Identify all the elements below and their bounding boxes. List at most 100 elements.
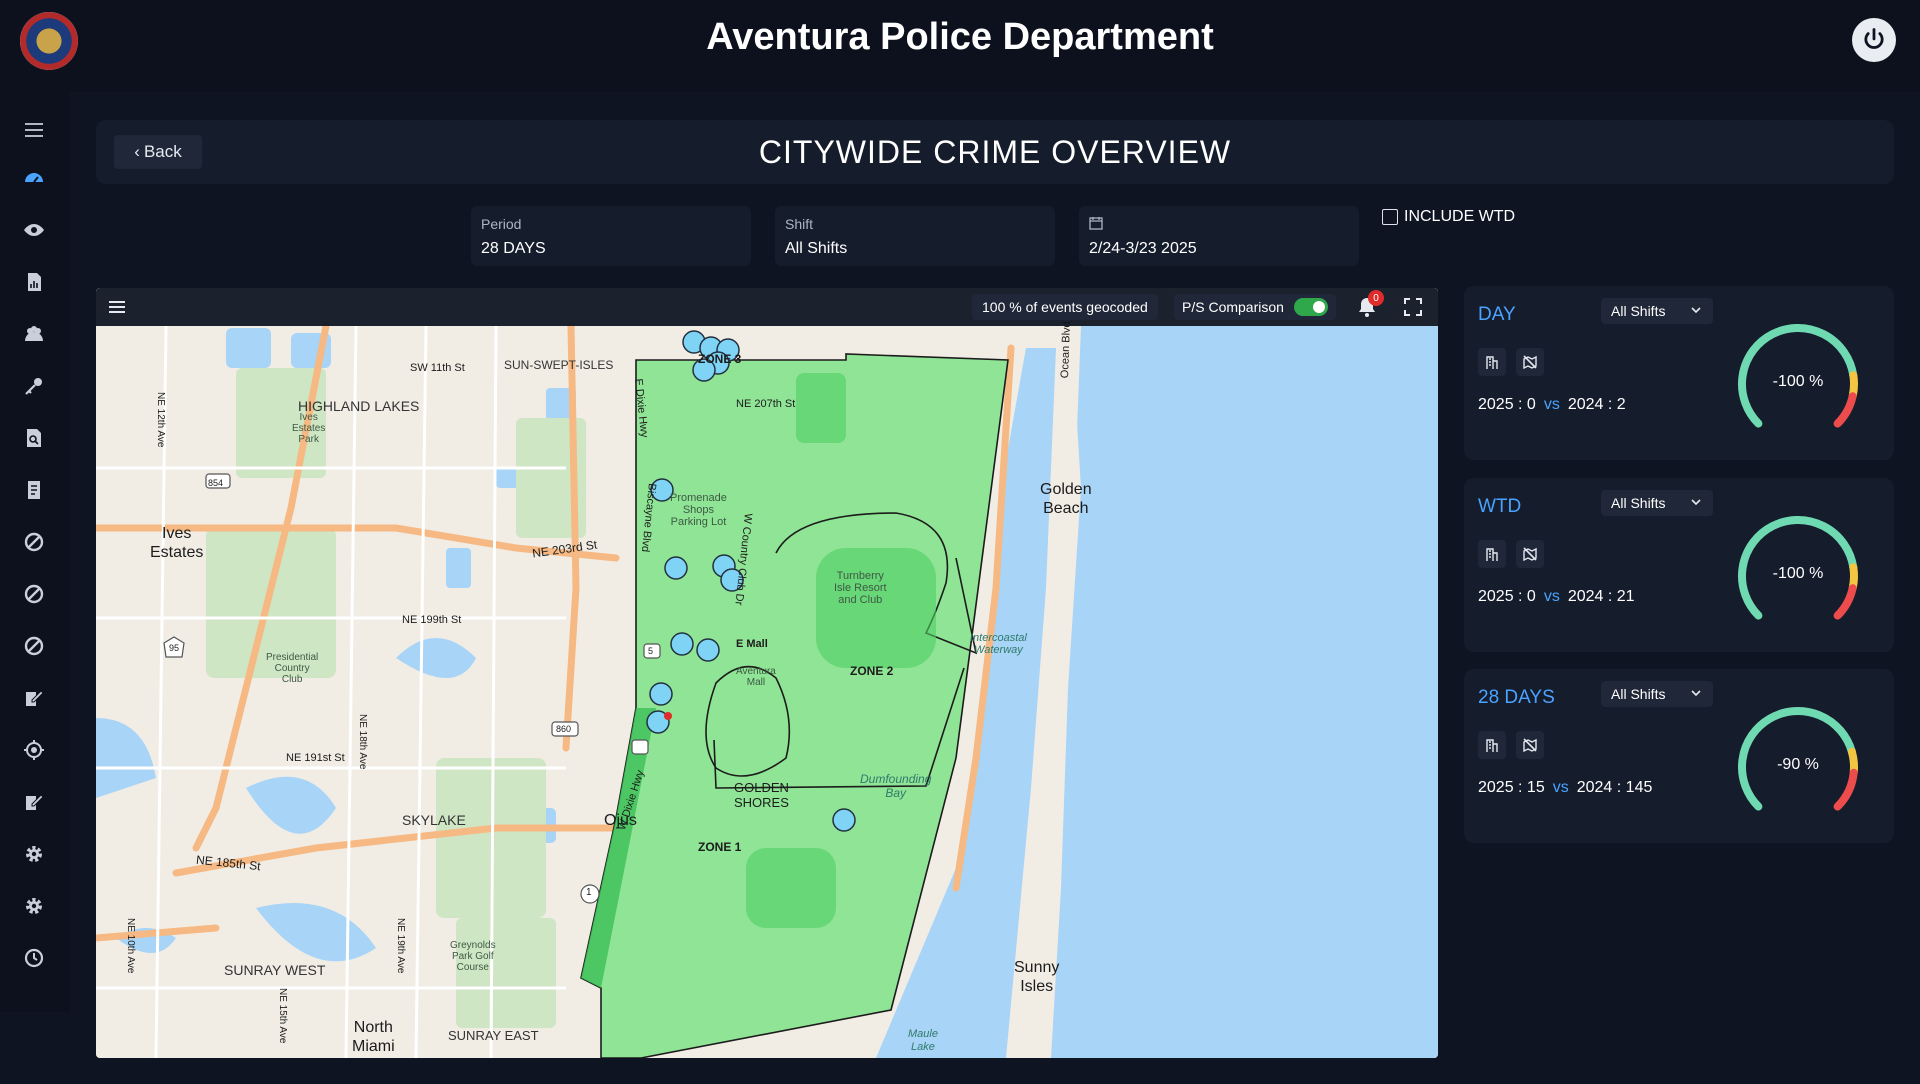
ne-10th-label: NE 10th Ave [125,918,136,974]
gauge-segment-2 [1833,584,1857,620]
card-comparison: 2025 : 0 vs 2024 : 2 [1478,396,1626,413]
gauge-segment-2 [1833,768,1858,811]
zone-3-label: ZONE 3 [698,352,742,366]
sunny-isles-label: Sunny Isles [1014,959,1060,995]
gauge-value: -100 % [1772,565,1824,582]
search-report-icon[interactable] [20,424,48,452]
ne-19th-label: NE 19th Ave [395,918,406,974]
history-icon[interactable] [20,944,48,972]
checkbox-box[interactable] [1382,209,1398,225]
card-shift-value: All Shifts [1611,303,1666,319]
ne-207th-label: NE 207th St [736,398,796,410]
stat-card-28-days: 28 DAYS All Shifts 2025 : 15 vs 2024 : 145… [1464,669,1894,843]
north-miami-label: North Miami [352,1019,395,1055]
gear-icon[interactable] [20,840,48,868]
turnberry-label: Turnberry Isle Resort and Club [834,570,887,606]
gear-icon[interactable] [20,892,48,920]
fullscreen-icon[interactable] [1402,296,1424,318]
map-off-icon[interactable] [1516,540,1544,568]
key-icon[interactable] [20,372,48,400]
toggle-switch[interactable] [1293,298,1328,316]
page-header: ‹ Back CITYWIDE CRIME OVERVIEW [96,120,1894,184]
gauge-value: -100 % [1772,373,1824,390]
chevron-down-icon [1691,690,1701,697]
menu-icon[interactable] [20,116,48,144]
card-shift-select[interactable]: All Shifts [1601,681,1713,707]
block-icon[interactable] [20,632,48,660]
golden-shores-label: GOLDEN SHORES [734,780,789,810]
period-label: Period [481,216,522,232]
map-off-icon[interactable] [1516,348,1544,376]
sunray-west-label: SUNRAY WEST [224,962,326,978]
card-shift-value: All Shifts [1611,686,1666,702]
card-comparison: 2025 : 0 vs 2024 : 21 [1478,588,1635,605]
ne-15th-label: NE 15th Ave [277,988,288,1044]
users-icon[interactable] [20,320,48,348]
edit-icon[interactable] [20,684,48,712]
card-title: DAY [1478,304,1516,325]
include-wtd-checkbox[interactable]: INCLUDE WTD [1382,208,1515,226]
card-title: 28 DAYS [1478,687,1555,708]
dashboard-icon[interactable] [20,164,48,192]
building-icon[interactable] [1478,540,1506,568]
period-value: 28 DAYS [481,240,546,257]
target-icon[interactable] [20,736,48,764]
promenade-label: Promenade Shops Parking Lot [670,492,727,528]
app-title: Aventura Police Department [706,16,1214,58]
building-icon[interactable] [1478,731,1506,759]
route-854-label: 854 [208,478,224,488]
calendar-icon [1089,216,1103,233]
intercoastal-label: Intercoastal Waterway [970,632,1027,656]
date-range-value: 2/24-3/23 2025 [1089,240,1197,257]
edit-icon[interactable] [20,788,48,816]
mall-label: E Mall [736,638,768,650]
eye-icon[interactable] [20,216,48,244]
page-title: CITYWIDE CRIME OVERVIEW [758,134,1232,170]
sw-11th-label: SW 11th St [410,362,465,374]
ives-estates-label: Ives Estates [150,525,204,561]
stat-card-wtd: WTD All Shifts 2025 : 0 vs 2024 : 21 -100 … [1464,478,1894,652]
ps-comparison-toggle[interactable]: P/S Comparison [1174,294,1336,320]
card-title: WTD [1478,496,1522,517]
route-5-label: 5 [648,646,654,656]
route-860-label: 860 [556,724,572,734]
report-icon[interactable] [20,268,48,296]
notification-count: 0 [1368,290,1384,306]
shift-label: Shift [785,216,814,232]
sidebar [0,92,70,1012]
sunray-east-label: SUNRAY EAST [448,1028,539,1043]
shift-value: All Shifts [785,240,848,257]
power-icon [1864,28,1884,49]
maule-lake-label: Maule Lake [908,1028,938,1053]
date-range-picker[interactable]: 2/24-3/23 2025 [1079,206,1359,266]
gauge-segment-2 [1833,392,1857,428]
stat-card-day: DAY All Shifts 2025 : 0 vs 2024 : 2 -100 % [1464,286,1894,460]
document-icon[interactable] [20,476,48,504]
zone-1-label: ZONE 1 [698,840,742,854]
zone-2-label: ZONE 2 [850,664,894,678]
include-wtd-label: INCLUDE WTD [1404,208,1516,225]
card-shift-select[interactable]: All Shifts [1601,298,1713,324]
card-shift-select[interactable]: All Shifts [1601,490,1713,516]
ocean-blvd-label: Ocean Blvd [1059,321,1073,379]
power-button[interactable] [1852,18,1896,62]
geocoded-status: 100 % of events geocoded [972,294,1158,320]
aventura-mall-label: Aventura Mall [736,666,776,688]
building-icon[interactable] [1478,348,1506,376]
chevron-down-icon [1691,307,1701,314]
crime-map[interactable]: ZONE 3 ZONE 2 ZONE 1 E Mall Aventura Mall… [96,288,1438,1058]
sun-swept-isles-label: SUN-SWEPT-ISLES [504,358,614,372]
chevron-down-icon [1691,499,1701,506]
shift-select[interactable]: Shift All Shifts [775,206,1055,266]
block-icon[interactable] [20,580,48,608]
presidential-club-label: Presidential Country Club [266,652,319,685]
ne-18th-label: NE 18th Ave [357,714,368,770]
ps-comparison-label: P/S Comparison [1182,299,1284,315]
map-menu-icon[interactable] [106,296,128,318]
card-shift-value: All Shifts [1611,495,1666,511]
map-toolbar: 100 % of events geocoded P/S Comparison … [96,288,1438,326]
map-off-icon[interactable] [1516,731,1544,759]
block-icon[interactable] [20,528,48,556]
greynolds-label: Greynolds Park Golf Course [450,940,496,973]
period-select[interactable]: Period 28 DAYS [471,206,751,266]
